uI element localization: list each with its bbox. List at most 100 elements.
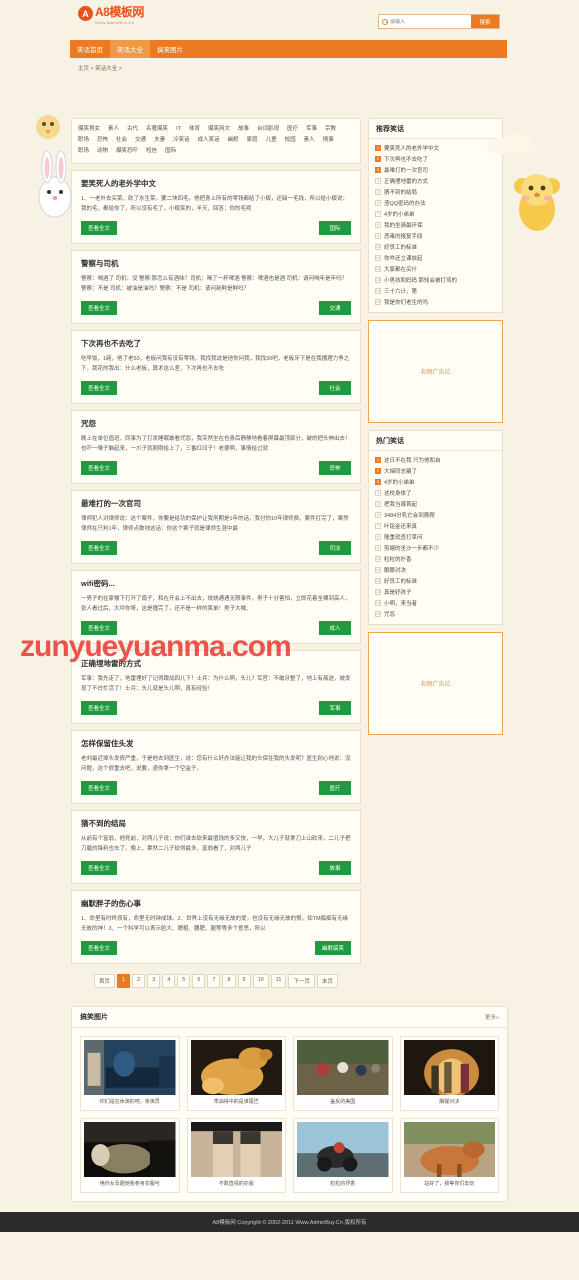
category-link[interactable]: 名著爆笑 xyxy=(146,126,168,132)
list-item[interactable]: 7 4岁的小弟弟 xyxy=(375,208,496,219)
read-more-button[interactable]: 查看全文 xyxy=(81,701,118,715)
category-link[interactable]: 社会 xyxy=(116,137,127,143)
category-link[interactable]: 职场 xyxy=(78,148,89,154)
joke-link[interactable]: 粒粒的扑香 xyxy=(384,555,412,563)
category-link[interactable]: 爆笑男女 xyxy=(78,126,100,132)
list-item[interactable]: 8 我的坐骑最环保 xyxy=(375,219,496,230)
joke-link[interactable]: 真是好孩子 xyxy=(384,588,412,596)
list-item[interactable]: 3 4岁的小弟弟 xyxy=(375,476,496,487)
site-logo[interactable]: A A8模板网 Www.AdminBuy.Cn xyxy=(78,6,144,25)
list-item[interactable]: 1 要笑死人的老外学中文 xyxy=(375,142,496,153)
list-item[interactable]: 10 粒粒的扑香 xyxy=(375,553,496,564)
list-item[interactable]: 4 正确埋地雷的方式 xyxy=(375,175,496,186)
nav-item-0[interactable]: 笑话首页 xyxy=(70,40,110,58)
nav-item-2[interactable]: 搞笑图片 xyxy=(150,40,190,58)
category-link[interactable]: 台词影视 xyxy=(257,126,279,132)
pagination-page[interactable]: 11 xyxy=(270,974,287,988)
category-link[interactable]: 夫妻 xyxy=(154,137,165,143)
category-link[interactable]: 素人 xyxy=(108,126,119,132)
pagination-page[interactable]: 9 xyxy=(237,974,251,988)
list-item[interactable]: 12 大家都在买什 xyxy=(375,263,496,274)
category-link[interactable]: 家庭 xyxy=(247,137,258,143)
joke-link[interactable]: 把我当媒首起 xyxy=(384,500,417,508)
pagination-page[interactable]: 2 xyxy=(132,974,146,988)
read-more-button[interactable]: 查看全文 xyxy=(81,381,118,395)
joke-link[interactable]: 这日不在我 只为他和自 xyxy=(384,456,441,464)
list-item[interactable]: 3 最难打的一次官司 xyxy=(375,164,496,175)
category-link[interactable]: 爆笑恐吓 xyxy=(116,148,138,154)
pagination-page[interactable]: 5 xyxy=(177,974,191,988)
list-item[interactable]: 13 真是好孩子 xyxy=(375,586,496,597)
article-title[interactable]: 怎样保留住头发 xyxy=(81,738,351,749)
pagination-page[interactable]: 7 xyxy=(207,974,221,988)
list-item[interactable]: 15 咒怨 xyxy=(375,608,496,619)
list-item[interactable]: 11 你咋还立课放起 xyxy=(375,252,496,263)
photo-item[interactable]: 站好了，我等你们去玩 xyxy=(399,1118,499,1193)
article-title[interactable]: 猜不到的结局 xyxy=(81,818,351,829)
category-link[interactable]: 古代 xyxy=(127,126,138,132)
read-more-button[interactable]: 查看全文 xyxy=(81,301,118,315)
search-input[interactable] xyxy=(390,18,471,25)
category-link[interactable]: 故事 xyxy=(238,126,249,132)
joke-link[interactable]: 好员工的标准 xyxy=(384,243,417,251)
article-title[interactable]: 咒怨 xyxy=(81,418,351,429)
joke-link[interactable]: 咒怨 xyxy=(384,610,395,618)
list-item[interactable]: 8 隆重就查打草问 xyxy=(375,531,496,542)
photo-item[interactable]: 乖油得中的是谁尾巴 xyxy=(186,1036,286,1111)
joke-link[interactable]: 我是你们老生的吗 xyxy=(384,298,428,306)
article-tag-button[interactable]: 军事 xyxy=(319,701,351,715)
category-link[interactable]: 幽默 xyxy=(228,137,239,143)
joke-link[interactable]: 剪塘的坐沙一步都不少 xyxy=(384,544,439,552)
article-title[interactable]: 下次再也不去吃了 xyxy=(81,338,351,349)
joke-link[interactable]: 隆重就查打草问 xyxy=(384,533,423,541)
photos-more-link[interactable]: 更多» xyxy=(485,1013,499,1021)
joke-link[interactable]: 我的坐骑最环保 xyxy=(384,221,423,229)
category-link[interactable]: 军事 xyxy=(306,126,317,132)
list-item[interactable]: 14 小明，来当者 xyxy=(375,597,496,608)
joke-link[interactable]: 猜不到的结局 xyxy=(384,188,417,196)
category-link[interactable]: 医疗 xyxy=(287,126,298,132)
pagination-page[interactable]: 3 xyxy=(147,974,161,988)
joke-link[interactable]: 最难打的一次官司 xyxy=(384,166,428,174)
category-link[interactable]: 爆笑网文 xyxy=(208,126,230,132)
joke-link[interactable]: 小男孩和妈妈 那知会被打骂的 xyxy=(384,276,457,284)
read-more-button[interactable]: 查看全文 xyxy=(81,861,118,875)
article-tag-button[interactable]: 医疗 xyxy=(319,781,351,795)
joke-link[interactable]: 这校身体了 xyxy=(384,489,412,497)
joke-link[interactable]: 渣QQ密码的办法 xyxy=(384,199,426,207)
list-item[interactable]: 6 3484分乳它会到爬爬 xyxy=(375,509,496,520)
category-link[interactable]: 宗教 xyxy=(325,126,336,132)
photo-item[interactable]: 盖反的美国 xyxy=(293,1036,393,1111)
joke-link[interactable]: 酿酿对决 xyxy=(384,566,406,574)
list-item[interactable]: 5 把我当媒首起 xyxy=(375,498,496,509)
joke-link[interactable]: 正确埋地雷的方式 xyxy=(384,177,428,185)
list-item[interactable]: 10 好员工的标准 xyxy=(375,241,496,252)
nav-item-1[interactable]: 笑话大全 xyxy=(110,40,150,58)
joke-link[interactable]: 3484分乳它会到爬爬 xyxy=(384,511,435,519)
joke-link[interactable]: 恶毒的报复手段 xyxy=(384,232,423,240)
category-link[interactable]: 恐怖 xyxy=(97,137,108,143)
photo-item[interactable]: 你们是在休演的吧，亲演员 xyxy=(80,1036,180,1111)
read-more-button[interactable]: 查看全文 xyxy=(81,461,118,475)
category-link[interactable]: 交通 xyxy=(135,137,146,143)
article-title[interactable]: wifi密码... xyxy=(81,578,351,589)
list-item[interactable]: 5 猜不到的结局 xyxy=(375,186,496,197)
joke-link[interactable]: 小明，来当者 xyxy=(384,599,417,607)
joke-link[interactable]: 叶铭金还来真 xyxy=(384,522,417,530)
pagination-first[interactable]: 首页 xyxy=(94,974,116,988)
photo-item[interactable]: 绝你女及蹬她我参身衣服可 xyxy=(80,1118,180,1193)
photo-item[interactable]: 不敢直视的亦版 xyxy=(186,1118,286,1193)
list-item[interactable]: 9 剪塘的坐沙一步都不少 xyxy=(375,542,496,553)
search-button[interactable]: 搜索 xyxy=(471,15,499,28)
list-item[interactable]: 7 叶铭金还来真 xyxy=(375,520,496,531)
list-item[interactable]: 13 小男孩和妈妈 那知会被打骂的 xyxy=(375,274,496,285)
article-title[interactable]: 要笑死人的老外学中文 xyxy=(81,178,351,189)
article-tag-button[interactable]: 恐怖 xyxy=(319,461,351,475)
list-item[interactable]: 1 这日不在我 只为他和自 xyxy=(375,454,496,465)
category-link[interactable]: 校园 xyxy=(285,137,296,143)
category-link[interactable]: 素人 xyxy=(304,137,315,143)
article-tag-button[interactable]: 故事 xyxy=(319,861,351,875)
read-more-button[interactable]: 查看全文 xyxy=(81,221,118,235)
article-title[interactable]: 最难打的一次官司 xyxy=(81,498,351,509)
joke-link[interactable]: 4岁的小弟弟 xyxy=(384,210,415,218)
